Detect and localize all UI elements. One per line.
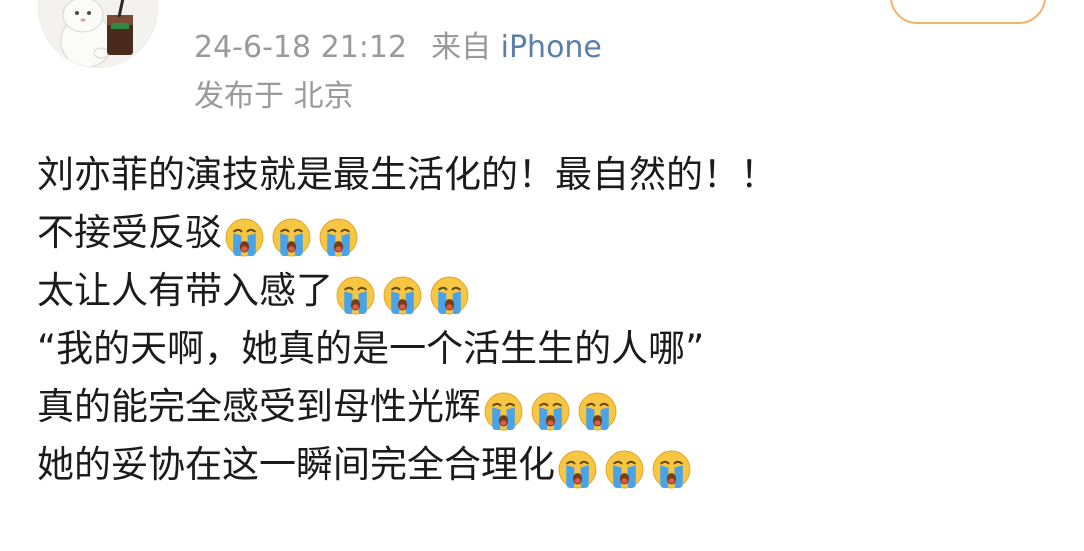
post-line-text: “我的天啊，她真的是一个活生生的人哪”: [37, 327, 705, 370]
crying-face-icon: [318, 217, 359, 258]
emoji-group: [335, 267, 476, 316]
crying-face-icon: [382, 275, 423, 316]
post-line: 真的能完全感受到母性光辉: [37, 378, 1057, 436]
emoji-group: [557, 441, 698, 490]
cat-avatar-image: [39, 0, 157, 67]
crying-face-icon: [483, 391, 524, 432]
source-prefix: 来自: [431, 30, 492, 65]
post-line: “我的天啊，她真的是一个活生生的人哪”: [37, 320, 1057, 378]
post-line-text: 真的能完全感受到母性光辉: [37, 385, 481, 428]
crying-face-icon: [651, 449, 692, 490]
post-meta: 24-6-18 21:12 来自 iPhone: [194, 28, 602, 68]
post-line: 她的妥协在这一瞬间完全合理化: [37, 436, 1057, 494]
post-line: 不接受反驳: [37, 204, 1057, 262]
post-line-text: 太让人有带入感了: [37, 269, 333, 312]
avatar[interactable]: [38, 0, 158, 68]
follow-button[interactable]: [890, 0, 1046, 24]
post-line-text: 刘亦菲的演技就是最生活化的！最自然的！！: [37, 153, 777, 196]
crying-face-icon: [335, 275, 376, 316]
crying-face-icon: [271, 217, 312, 258]
crying-face-icon: [577, 391, 618, 432]
crying-face-icon: [557, 449, 598, 490]
post-line: 刘亦菲的演技就是最生活化的！最自然的！！: [37, 146, 1057, 204]
source-device-link[interactable]: iPhone: [501, 30, 602, 65]
emoji-group: [483, 383, 624, 432]
post-line: 太让人有带入感了: [37, 262, 1057, 320]
crying-face-icon: [429, 275, 470, 316]
crying-face-icon: [604, 449, 645, 490]
post-location: 发布于 北京: [194, 79, 354, 114]
post-timestamp: 24-6-18 21:12: [194, 30, 408, 65]
crying-face-icon: [224, 217, 265, 258]
username-cropped: [193, 0, 763, 4]
post-line-text: 不接受反驳: [37, 211, 222, 254]
weibo-post: 24-6-18 21:12 来自 iPhone 发布于 北京 刘亦菲的演技就是最生…: [0, 0, 1084, 551]
emoji-group: [224, 209, 365, 258]
post-line-text: 她的妥协在这一瞬间完全合理化: [37, 443, 555, 486]
post-body: 刘亦菲的演技就是最生活化的！最自然的！！ 不接受反驳 太让人有带入感了 “我的天…: [37, 146, 1057, 494]
crying-face-icon: [530, 391, 571, 432]
